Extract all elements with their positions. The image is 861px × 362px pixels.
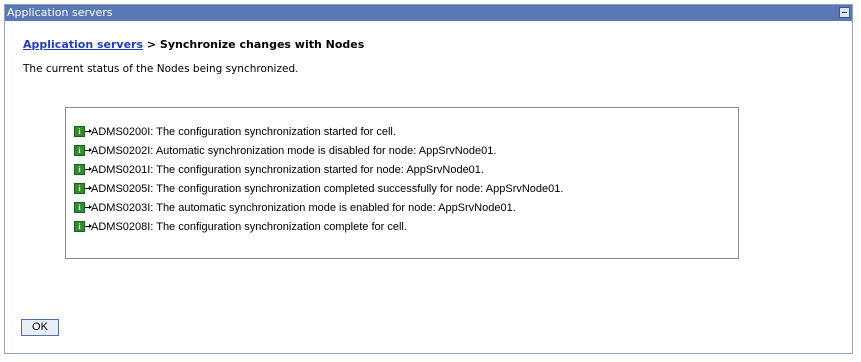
info-icon: i xyxy=(74,202,85,213)
collapse-icon[interactable] xyxy=(839,7,850,18)
message-item: i ADMS0203I: The automatic synchronizati… xyxy=(74,198,563,217)
message-list: i ADMS0200I: The configuration synchroni… xyxy=(74,122,563,236)
message-item: i ADMS0202I: Automatic synchronization m… xyxy=(74,141,563,160)
message-item: i ADMS0205I: The configuration synchroni… xyxy=(74,179,563,198)
panel-title: Application servers xyxy=(7,6,113,19)
message-text: ADMS0208I: The configuration synchroniza… xyxy=(91,220,407,233)
message-text: ADMS0200I: The configuration synchroniza… xyxy=(91,125,396,138)
info-icon: i xyxy=(74,126,85,137)
message-item: i ADMS0200I: The configuration synchroni… xyxy=(74,122,563,141)
message-item: i ADMS0208I: The configuration synchroni… xyxy=(74,217,563,236)
arrow-icon xyxy=(85,224,92,228)
info-icon: i xyxy=(74,164,85,175)
arrow-icon xyxy=(85,148,92,152)
page-description: The current status of the Nodes being sy… xyxy=(23,63,299,75)
message-text: ADMS0202I: Automatic synchronization mod… xyxy=(91,144,497,157)
message-box: i ADMS0200I: The configuration synchroni… xyxy=(65,107,739,259)
arrow-icon xyxy=(85,186,92,190)
breadcrumb-separator: > xyxy=(143,38,160,51)
application-servers-panel: Application servers Application servers … xyxy=(4,4,853,354)
message-text: ADMS0203I: The automatic synchronization… xyxy=(91,201,516,214)
breadcrumb-link-application-servers[interactable]: Application servers xyxy=(23,38,143,51)
arrow-icon xyxy=(85,129,92,133)
breadcrumb: Application servers > Synchronize change… xyxy=(23,38,364,51)
panel-titlebar: Application servers xyxy=(5,5,852,21)
info-icon: i xyxy=(74,221,85,232)
info-icon: i xyxy=(74,145,85,156)
ok-button[interactable]: OK xyxy=(21,319,59,336)
info-icon: i xyxy=(74,183,85,194)
message-text: ADMS0201I: The configuration synchroniza… xyxy=(91,163,484,176)
arrow-icon xyxy=(85,205,92,209)
arrow-icon xyxy=(85,167,92,171)
breadcrumb-current: Synchronize changes with Nodes xyxy=(159,38,365,51)
message-text: ADMS0205I: The configuration synchroniza… xyxy=(91,182,564,195)
message-item: i ADMS0201I: The configuration synchroni… xyxy=(74,160,563,179)
